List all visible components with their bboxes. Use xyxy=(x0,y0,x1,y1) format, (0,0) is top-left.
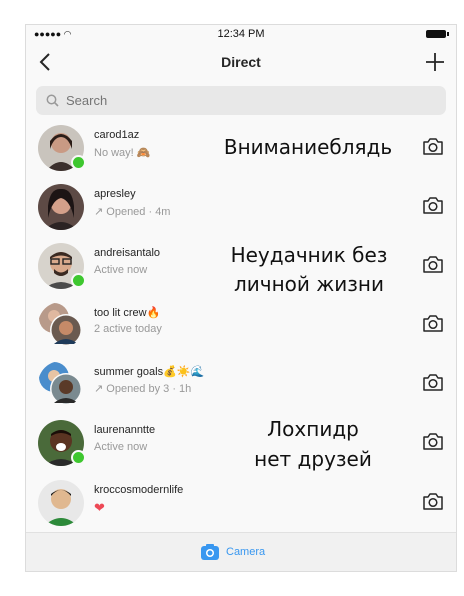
battery-icon xyxy=(426,30,449,38)
group-avatar xyxy=(38,361,84,407)
thread-username: summer goals💰☀️🌊 xyxy=(94,366,205,378)
avatar xyxy=(38,184,84,230)
camera-icon[interactable] xyxy=(422,431,444,451)
camera-icon[interactable] xyxy=(422,313,444,333)
page-title: Direct xyxy=(221,54,261,70)
thread-subtitle: 2 active today xyxy=(94,323,162,335)
overlay-caption-2a: Неудачник без xyxy=(230,243,388,267)
thread-row[interactable]: summer goals💰☀️🌊 ↗ Opened by 3 · 1h xyxy=(26,355,456,415)
camera-icon[interactable] xyxy=(422,136,444,156)
camera-label: Camera xyxy=(226,546,266,558)
overlay-caption-1: Вниманиеблядь xyxy=(223,135,393,159)
phone-screen: ●●●●● ◠ 12:34 PM Direct Search carod1az … xyxy=(25,24,457,572)
nav-bar: Direct xyxy=(26,43,456,81)
thread-row[interactable]: apresley ↗ Opened · 4m xyxy=(26,178,456,238)
camera-icon[interactable] xyxy=(422,372,444,392)
thread-row[interactable]: laurenanntte Active now xyxy=(26,414,456,474)
group-avatar xyxy=(38,302,84,348)
thread-row[interactable]: too lit crew🔥 2 active today xyxy=(26,296,456,356)
thread-username: carod1az xyxy=(94,129,140,141)
status-time: 12:34 PM xyxy=(217,28,265,40)
online-indicator xyxy=(71,450,86,465)
status-bar: ●●●●● ◠ 12:34 PM xyxy=(26,25,456,43)
bottom-bar: Camera xyxy=(26,532,456,571)
new-message-plus-icon[interactable] xyxy=(424,51,446,73)
thread-username: too lit crew🔥 xyxy=(94,307,161,319)
overlay-caption-2b: личной жизни xyxy=(234,272,384,296)
thread-username: kroccosmodernlife xyxy=(94,484,184,496)
overlay-caption-3a: Лохпидр xyxy=(267,417,359,441)
camera-icon[interactable] xyxy=(422,195,444,215)
online-indicator xyxy=(71,273,86,288)
camera-icon[interactable] xyxy=(422,491,444,511)
camera-icon[interactable] xyxy=(422,254,444,274)
thread-username: laurenanntte xyxy=(94,424,156,436)
online-indicator xyxy=(71,155,86,170)
thread-subtitle: ↗ Opened · 4m xyxy=(94,206,171,218)
camera-icon xyxy=(201,544,219,560)
thread-subtitle: No way! 🙈 xyxy=(94,147,151,159)
thread-subtitle: Active now xyxy=(94,264,148,276)
thread-username: apresley xyxy=(94,188,136,200)
search-input[interactable] xyxy=(66,86,426,115)
thread-username: andreisantalo xyxy=(94,247,161,259)
avatar xyxy=(38,480,84,526)
thread-subtitle: ↗ Opened by 3 · 1h xyxy=(94,383,192,395)
search-icon xyxy=(46,94,59,107)
thread-row[interactable]: kroccosmodernlife ❤ xyxy=(26,474,456,534)
thread-subtitle: Active now xyxy=(94,441,148,453)
heart-icon: ❤ xyxy=(94,500,105,515)
search-bar[interactable] xyxy=(36,86,446,115)
overlay-caption-3b: нет друзей xyxy=(254,447,372,471)
